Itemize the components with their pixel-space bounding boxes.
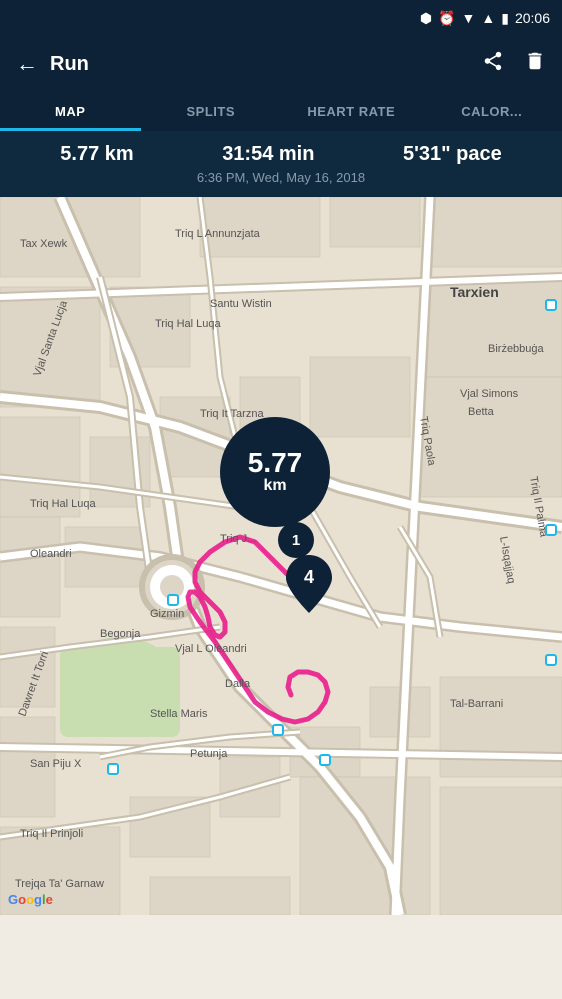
svg-text:Santu Wistin: Santu Wistin <box>210 298 272 310</box>
marker-checkpoint-1: 1 <box>278 522 314 558</box>
svg-text:Birżebbuġa: Birżebbuġa <box>488 343 545 355</box>
signal-icon: ▲ <box>481 10 495 26</box>
share-button[interactable] <box>482 50 504 78</box>
svg-text:Triq Il Prinjoli: Triq Il Prinjoli <box>20 828 83 840</box>
svg-text:Betta: Betta <box>468 406 495 418</box>
delete-button[interactable] <box>524 50 546 78</box>
time: 20:06 <box>515 10 550 26</box>
svg-text:Triq It Tarzna: Triq It Tarzna <box>200 408 264 420</box>
bluetooth-icon: ⬢ <box>420 10 432 27</box>
svg-text:4: 4 <box>304 567 314 587</box>
stat-pace: 5'31" pace <box>403 143 502 166</box>
distance-unit: km <box>263 477 286 495</box>
svg-text:Triq J...: Triq J... <box>220 533 256 545</box>
tab-calories[interactable]: CALOR... <box>422 92 562 131</box>
stat-duration: 31:54 min <box>222 143 314 166</box>
svg-text:Tarxien: Tarxien <box>450 284 499 300</box>
status-bar: ⬢ ⏰ ▼ ▲ ▮ 20:06 <box>0 0 562 36</box>
stats-bar: 5.77 km 31:54 min 5'31" pace 6:36 PM, We… <box>0 131 562 197</box>
svg-text:Triq Hal Luqa: Triq Hal Luqa <box>30 498 97 510</box>
svg-text:Gizmin: Gizmin <box>150 608 184 620</box>
stats-row: 5.77 km 31:54 min 5'31" pace <box>16 143 546 166</box>
tab-map[interactable]: MAP <box>0 92 141 131</box>
svg-text:Dalla: Dalla <box>225 678 251 690</box>
svg-text:Vjal L Oleandri: Vjal L Oleandri <box>175 643 247 655</box>
distance-bubble: 5.77 km <box>220 417 330 527</box>
svg-text:Vjal Simons: Vjal Simons <box>460 388 519 400</box>
page-title: Run <box>50 53 482 76</box>
tab-heart-rate[interactable]: HEART RATE <box>281 92 422 131</box>
svg-text:Trejqa Ta' Garnaw: Trejqa Ta' Garnaw <box>15 878 104 890</box>
svg-text:Tal-Barrani: Tal-Barrani <box>450 698 503 710</box>
marker-checkpoint-4: 4 <box>286 555 332 618</box>
svg-text:Oleandri: Oleandri <box>30 548 72 560</box>
back-button[interactable]: ← <box>16 51 38 77</box>
header-actions <box>482 50 546 78</box>
svg-text:Tax Xewk: Tax Xewk <box>20 238 68 250</box>
map-container[interactable]: Tarxien Tax Xewk Triq L Annunzjata Triq … <box>0 197 562 915</box>
wifi-icon: ▼ <box>462 10 476 26</box>
svg-text:Triq Hal Luqa: Triq Hal Luqa <box>155 318 222 330</box>
app-header: ← Run <box>0 36 562 92</box>
google-logo: Google <box>8 892 53 907</box>
svg-text:Triq L Annunzjata: Triq L Annunzjata <box>175 228 261 240</box>
tab-splits[interactable]: SPLITS <box>141 92 282 131</box>
distance-value: 5.77 <box>248 449 303 477</box>
stat-datetime: 6:36 PM, Wed, May 16, 2018 <box>16 170 546 189</box>
svg-text:Stella Maris: Stella Maris <box>150 708 208 720</box>
svg-text:Begonja: Begonja <box>100 628 141 640</box>
status-icons: ⬢ ⏰ ▼ ▲ ▮ 20:06 <box>420 10 550 27</box>
alarm-icon: ⏰ <box>438 10 455 27</box>
svg-text:San Piju X: San Piju X <box>30 758 82 770</box>
stat-distance: 5.77 km <box>60 143 133 166</box>
tab-bar: MAP SPLITS HEART RATE CALOR... <box>0 92 562 131</box>
svg-text:Petunja: Petunja <box>190 748 228 760</box>
battery-icon: ▮ <box>501 10 509 27</box>
